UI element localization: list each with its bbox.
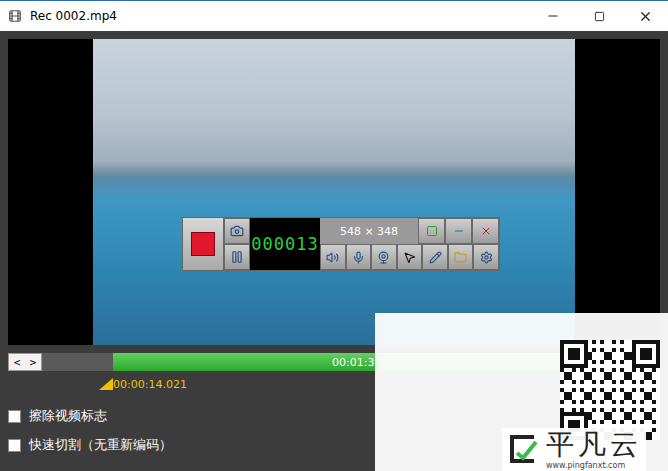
frame-nav: <> (8, 353, 42, 371)
minimize-toolbar-icon (445, 218, 472, 244)
record-icon (191, 232, 215, 256)
brand-mark-icon (506, 433, 540, 467)
marker-time: 00:00:14.021 (113, 378, 187, 391)
region-icon (418, 218, 445, 244)
toolbar-bottom-row (320, 244, 499, 270)
maximize-icon[interactable] (576, 1, 622, 31)
capture-size: 548 × 348 (320, 218, 418, 244)
start-marker-icon[interactable] (99, 378, 113, 390)
player-window: Rec 0002.mp4000013548 × 348<>00:01:300:0… (0, 0, 668, 471)
recorder-toolbar: 000013548 × 348 (182, 217, 500, 271)
close-icon[interactable] (622, 1, 668, 31)
camera-icon (224, 218, 250, 244)
qr-code-icon (560, 340, 660, 440)
option-label: 擦除视频标志 (29, 407, 107, 425)
nav-button[interactable]: < (9, 354, 25, 370)
minimize-icon[interactable] (530, 1, 576, 31)
brand-url: www.pingfanxt.com (546, 461, 642, 470)
speaker-icon (320, 244, 346, 270)
brand-name: 平凡云 (546, 430, 642, 461)
video-file-icon (8, 9, 22, 23)
toolbar-top-row: 548 × 348 (320, 218, 499, 244)
toolbar-panel: 548 × 348 (320, 218, 499, 270)
pause-icon (224, 244, 250, 270)
counter-display: 000013 (250, 218, 320, 270)
gear-icon (473, 244, 499, 270)
webcam-icon (371, 244, 397, 270)
cursor-icon (397, 244, 423, 270)
brand-texts: 平凡云www.pingfanxt.com (546, 430, 642, 470)
option-label: 快速切割（无重新编码） (29, 436, 172, 454)
record-button (183, 218, 224, 270)
watermark: 平凡云www.pingfanxt.com (375, 313, 668, 471)
checkbox[interactable] (8, 410, 21, 423)
pen-icon (422, 244, 448, 270)
video-frame: 000013548 × 348 (93, 39, 575, 345)
title-bar: Rec 0002.mp4 (0, 0, 668, 31)
tool-column (224, 218, 250, 270)
video-area: 000013548 × 348 (8, 39, 660, 345)
qr-code (560, 340, 660, 440)
window-title: Rec 0002.mp4 (30, 9, 530, 23)
close-toolbar-icon (472, 218, 499, 244)
checkbox[interactable] (8, 439, 21, 452)
microphone-icon (346, 244, 372, 270)
brand-logo: 平凡云www.pingfanxt.com (502, 428, 646, 471)
folder-icon (448, 244, 474, 270)
nav-button[interactable]: > (25, 354, 41, 370)
